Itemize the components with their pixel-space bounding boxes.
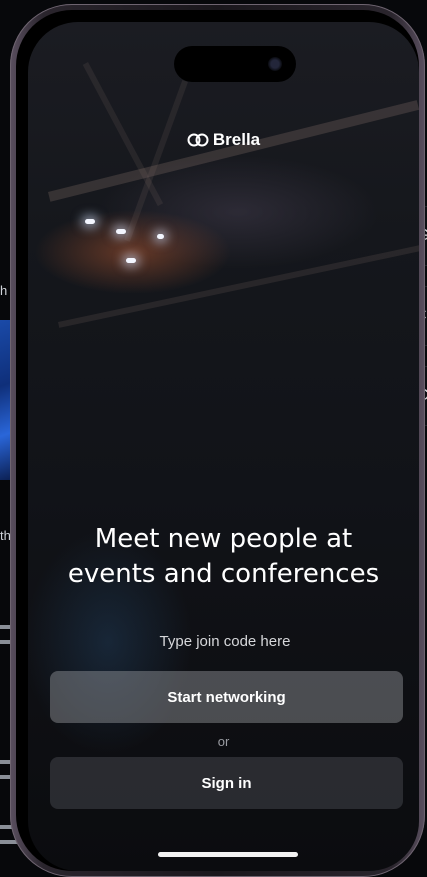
stage-light — [126, 258, 136, 263]
brand-logo: Brella — [28, 130, 419, 150]
background-text-fragment: h — [0, 283, 8, 298]
hero-headline-line: Meet new people at — [94, 524, 353, 554]
or-divider-label: or — [217, 734, 230, 749]
stage-light — [85, 219, 95, 224]
phone-bezel: Brella Meet new people at events and con… — [16, 10, 419, 871]
stage-light — [157, 234, 164, 239]
phone-frame: Brella Meet new people at events and con… — [10, 4, 425, 877]
home-indicator[interactable] — [158, 852, 298, 857]
stage-light — [116, 229, 126, 234]
camera-icon — [268, 57, 282, 71]
start-networking-button[interactable]: Start networking — [50, 671, 403, 723]
dynamic-island — [174, 46, 296, 82]
background-truss — [48, 100, 419, 202]
hero-headline-line: events and conferences — [67, 559, 380, 589]
join-code-input[interactable] — [48, 628, 402, 654]
brand-name: Brella — [212, 130, 261, 149]
background-truss — [58, 242, 419, 328]
brella-logo-icon — [187, 133, 209, 147]
hero-headline: Meet new people at events and conference… — [28, 522, 419, 592]
sign-in-button[interactable]: Sign in — [50, 757, 403, 809]
app-screen: Brella Meet new people at events and con… — [28, 22, 419, 871]
